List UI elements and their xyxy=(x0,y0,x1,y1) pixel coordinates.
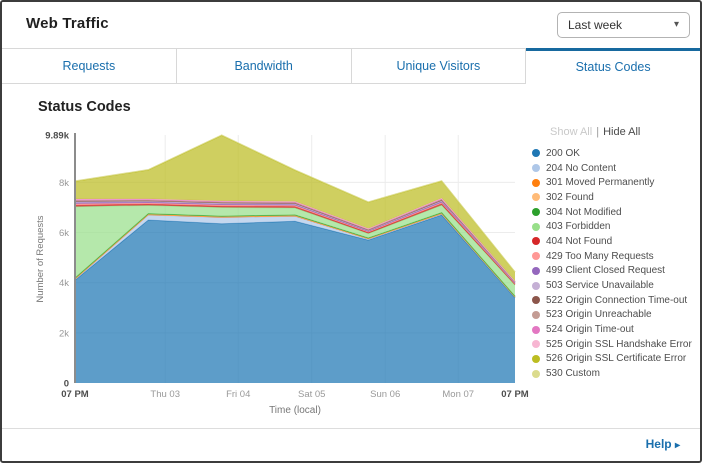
legend-color-dot xyxy=(532,326,540,334)
legend-color-dot xyxy=(532,282,540,290)
tab-label: Status Codes xyxy=(576,60,651,74)
y-tick-label: 8k xyxy=(59,178,69,189)
tab-label: Bandwidth xyxy=(234,59,292,73)
legend-item-label: 404 Not Found xyxy=(546,236,612,247)
legend-item-499-client-closed-request[interactable]: 499 Client Closed Request xyxy=(532,264,698,279)
tab-label: Requests xyxy=(62,59,115,73)
chart-legend: Show All | Hide All 200 OK 204 No Content 30… xyxy=(532,126,698,381)
hide-all-button[interactable]: Hide All xyxy=(603,126,640,138)
x-tick-label: 07 PM xyxy=(501,389,529,400)
legend-item-label: 525 Origin SSL Handshake Error xyxy=(546,339,692,350)
y-tick-label: 2k xyxy=(59,328,69,339)
time-range-selector[interactable]: Last week ▾ xyxy=(557,12,690,38)
legend-color-dot xyxy=(532,311,540,319)
tab-bandwidth[interactable]: Bandwidth xyxy=(177,48,352,84)
legend-item-522-origin-connection-time-out[interactable]: 522 Origin Connection Time-out xyxy=(532,293,698,308)
legend-controls: Show All | Hide All xyxy=(532,126,698,138)
tab-unique-visitors[interactable]: Unique Visitors xyxy=(352,48,527,84)
y-tick-label: 4k xyxy=(59,278,69,289)
legend-list: 200 OK 204 No Content 301 Moved Permanentl… xyxy=(532,146,698,381)
legend-item-204-no-content[interactable]: 204 No Content xyxy=(532,161,698,176)
legend-item-label: 301 Moved Permanently xyxy=(546,177,654,188)
legend-color-dot xyxy=(532,193,540,201)
legend-item-525-origin-ssl-handshake-error[interactable]: 525 Origin SSL Handshake Error xyxy=(532,337,698,352)
x-tick-label: Sun 06 xyxy=(370,389,400,400)
tab-bar: Requests Bandwidth Unique Visitors Status C… xyxy=(2,48,700,84)
y-axis-label: Number of Requests xyxy=(35,215,46,302)
legend-color-dot xyxy=(532,370,540,378)
legend-item-304-not-modified[interactable]: 304 Not Modified xyxy=(532,205,698,220)
legend-color-dot xyxy=(532,340,540,348)
y-tick-label: 0 xyxy=(64,379,69,390)
page-title: Web Traffic xyxy=(26,15,109,32)
y-tick-label: 9.89k xyxy=(45,131,69,142)
tab-status-codes[interactable]: Status Codes xyxy=(526,48,700,84)
tab-label: Unique Visitors xyxy=(396,59,480,73)
x-tick-label: 07 PM xyxy=(61,389,89,400)
legend-color-dot xyxy=(532,267,540,275)
legend-item-label: 503 Service Unavailable xyxy=(546,280,654,291)
legend-color-dot xyxy=(532,208,540,216)
legend-color-dot xyxy=(532,179,540,187)
legend-item-503-service-unavailable[interactable]: 503 Service Unavailable xyxy=(532,278,698,293)
chevron-down-icon: ▾ xyxy=(674,20,679,30)
legend-item-302-found[interactable]: 302 Found xyxy=(532,190,698,205)
legend-item-403-forbidden[interactable]: 403 Forbidden xyxy=(532,219,698,234)
legend-item-label: 522 Origin Connection Time-out xyxy=(546,295,687,306)
legend-color-dot xyxy=(532,252,540,260)
web-traffic-panel: Web Traffic Last week ▾ Requests Bandwidt… xyxy=(0,0,702,463)
legend-item-label: 530 Custom xyxy=(546,368,600,379)
help-label: Help xyxy=(646,437,672,451)
panel-footer: Help ▸ xyxy=(2,428,700,461)
legend-color-dot xyxy=(532,355,540,363)
legend-item-429-too-many-requests[interactable]: 429 Too Many Requests xyxy=(532,249,698,264)
x-tick-label: Fri 04 xyxy=(226,389,250,400)
legend-color-dot xyxy=(532,296,540,304)
legend-item-label: 302 Found xyxy=(546,192,594,203)
legend-item-label: 200 OK xyxy=(546,148,580,159)
legend-item-label: 526 Origin SSL Certificate Error xyxy=(546,353,686,364)
legend-item-label: 523 Origin Unreachable xyxy=(546,309,652,320)
show-all-button[interactable]: Show All xyxy=(550,126,592,138)
legend-item-524-origin-time-out[interactable]: 524 Origin Time-out xyxy=(532,322,698,337)
legend-color-dot xyxy=(532,223,540,231)
legend-item-label: 204 No Content xyxy=(546,163,616,174)
time-range-value: Last week xyxy=(568,18,674,32)
legend-item-526-origin-ssl-certificate-error[interactable]: 526 Origin SSL Certificate Error xyxy=(532,352,698,367)
legend-item-label: 304 Not Modified xyxy=(546,207,622,218)
x-tick-label: Sat 05 xyxy=(298,389,325,400)
legend-color-dot xyxy=(532,149,540,157)
chart-title: Status Codes xyxy=(38,99,131,115)
legend-item-label: 403 Forbidden xyxy=(546,221,611,232)
legend-separator: | xyxy=(596,126,599,138)
legend-item-200-ok[interactable]: 200 OK xyxy=(532,146,698,161)
legend-item-label: 524 Origin Time-out xyxy=(546,324,634,335)
status-codes-chart: 9.89k8k6k4k2k007 PMThu 03Fri 04Sat 05Sun… xyxy=(32,122,532,420)
x-tick-label: Thu 03 xyxy=(150,389,180,400)
legend-item-530-custom[interactable]: 530 Custom xyxy=(532,366,698,381)
legend-item-label: 429 Too Many Requests xyxy=(546,251,654,262)
legend-item-301-moved-permanently[interactable]: 301 Moved Permanently xyxy=(532,175,698,190)
x-tick-label: Mon 07 xyxy=(442,389,474,400)
help-arrow-icon: ▸ xyxy=(675,440,680,451)
legend-item-404-not-found[interactable]: 404 Not Found xyxy=(532,234,698,249)
legend-item-523-origin-unreachable[interactable]: 523 Origin Unreachable xyxy=(532,308,698,323)
tab-requests[interactable]: Requests xyxy=(2,48,177,84)
legend-item-label: 499 Client Closed Request xyxy=(546,265,665,276)
legend-color-dot xyxy=(532,237,540,245)
area-200-ok xyxy=(75,215,515,383)
x-axis-label: Time (local) xyxy=(269,405,321,416)
y-tick-label: 6k xyxy=(59,228,69,239)
help-link[interactable]: Help ▸ xyxy=(646,437,680,451)
legend-color-dot xyxy=(532,164,540,172)
status-codes-panel: Status Codes 9.89k8k6k4k2k007 PMThu 03Fr… xyxy=(2,84,700,428)
panel-header: Web Traffic Last week ▾ xyxy=(2,2,700,48)
